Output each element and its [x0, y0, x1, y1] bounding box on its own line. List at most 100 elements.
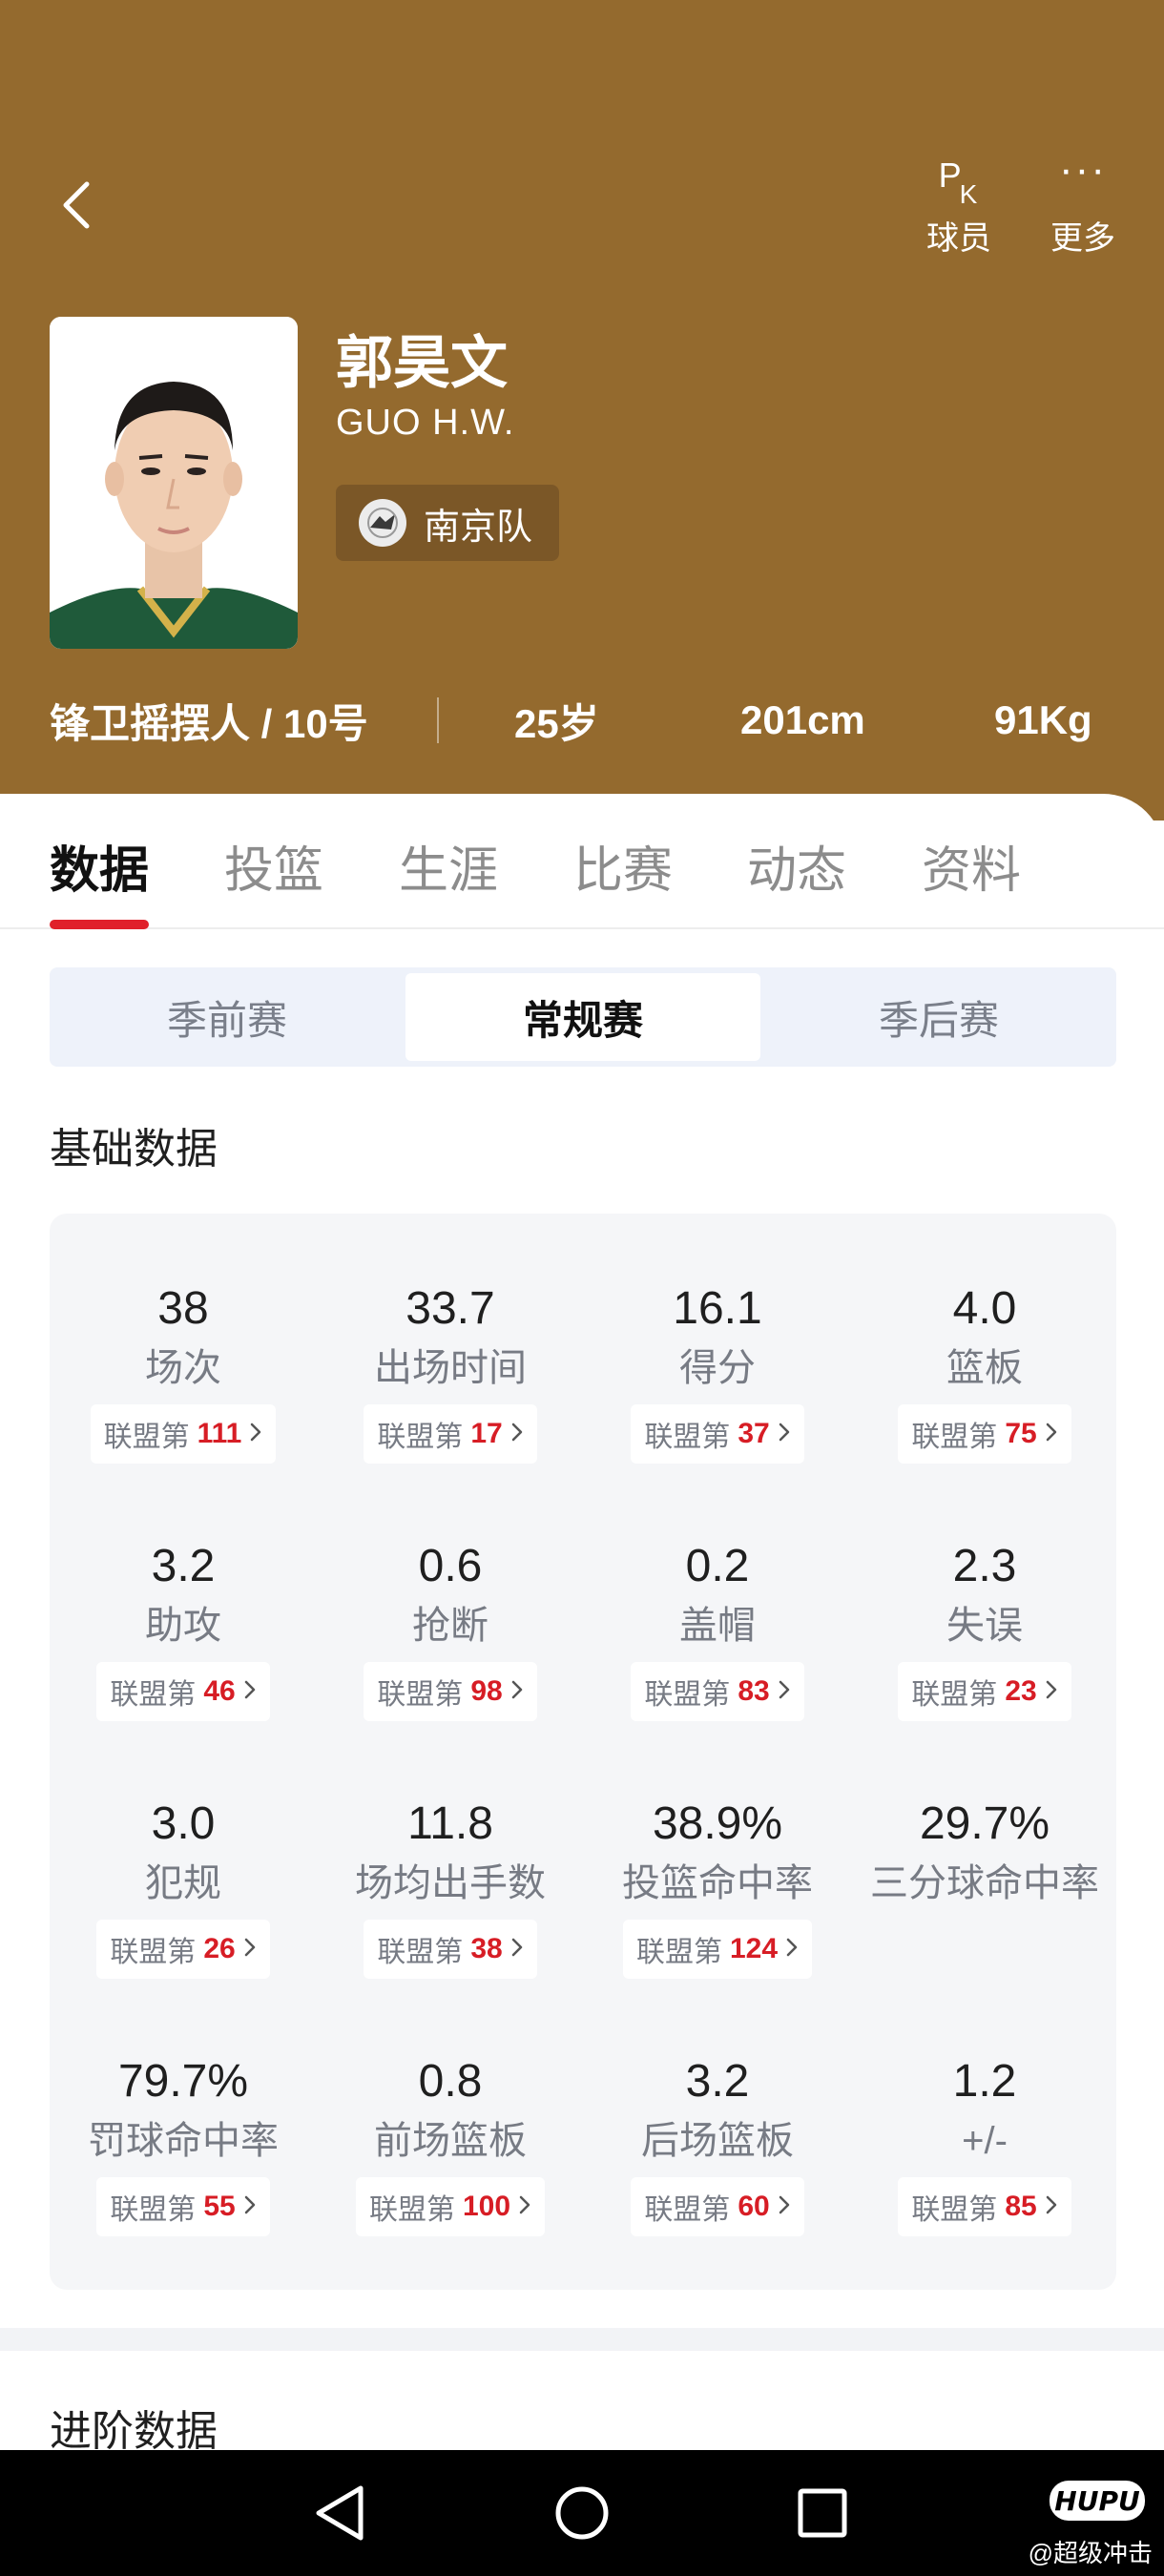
basic-stats-title: 基础数据: [50, 1126, 218, 1173]
header-actions: PK 球员 ··· 更多: [916, 149, 1126, 259]
player-header: PK 球员 ··· 更多 郭昊文 GUO H.W. 南京队 锋卫摇摆人 / 10…: [0, 0, 1164, 821]
team-chip[interactable]: 南京队: [336, 485, 560, 561]
rank-prefix: 联盟第: [644, 1679, 731, 1711]
league-rank-button[interactable]: 联盟第 55: [96, 2177, 270, 2236]
stat-cell: 38 场次 联盟第 111: [50, 1280, 317, 1464]
player-age: 25岁: [514, 700, 599, 746]
chevron-right-icon: [785, 1933, 799, 1965]
league-rank-button[interactable]: 联盟第 124: [622, 1920, 813, 1979]
tab-career[interactable]: 生涯: [399, 830, 498, 902]
stat-label: 三分球命中率: [870, 1862, 1099, 1904]
nav-back-button[interactable]: [303, 2477, 376, 2549]
stat-value: 2.3: [952, 1541, 1017, 1591]
pk-label: 球员: [926, 220, 991, 257]
chevron-right-icon: [510, 1933, 524, 1965]
pk-button[interactable]: PK 球员: [916, 153, 1002, 259]
player-height: 201cm: [740, 697, 865, 742]
chevron-right-icon: [243, 1675, 257, 1708]
stat-value: 3.0: [151, 1798, 216, 1849]
rank-prefix: 联盟第: [644, 2194, 731, 2226]
more-button[interactable]: ··· 更多: [1040, 149, 1126, 259]
league-rank-button[interactable]: 联盟第 85: [898, 2177, 1071, 2236]
rank-number: 37: [738, 1418, 770, 1449]
stat-value: 79.7%: [117, 2056, 249, 2107]
league-rank-button[interactable]: 联盟第 83: [631, 1662, 804, 1721]
season-type-selector: 季前赛 常规赛 季后赛: [50, 967, 1116, 1067]
stat-label: 前场篮板: [374, 2120, 527, 2162]
stat-cell: 11.8 场均出手数 联盟第 38: [317, 1796, 584, 1979]
stat-value: 4.0: [952, 1283, 1017, 1334]
tab-games[interactable]: 比赛: [573, 830, 673, 902]
stat-value: 1.2: [952, 2056, 1017, 2107]
league-rank-button[interactable]: 联盟第 60: [631, 2177, 804, 2236]
stat-value: 3.2: [685, 2056, 750, 2107]
triangle-back-icon: [316, 2485, 364, 2541]
league-rank-button[interactable]: 联盟第 98: [364, 1662, 537, 1721]
chevron-right-icon: [778, 1675, 791, 1708]
team-name: 南京队: [424, 507, 533, 548]
league-rank-button[interactable]: 联盟第 37: [631, 1404, 804, 1464]
rank-number: 85: [1005, 2191, 1037, 2222]
stat-cell: 0.6 抢断 联盟第 98: [317, 1538, 584, 1721]
rank-prefix: 联盟第: [911, 1422, 998, 1453]
chevron-right-icon: [518, 2191, 531, 2223]
chevron-right-icon: [510, 1418, 524, 1450]
league-rank-button[interactable]: 联盟第 26: [96, 1920, 270, 1979]
more-icon: ···: [1059, 146, 1107, 193]
stat-value: 16.1: [673, 1283, 762, 1334]
stat-cell: 3.2 后场篮板 联盟第 60: [584, 2053, 851, 2236]
rank-prefix: 联盟第: [110, 1937, 197, 1968]
rank-number: 111: [197, 1418, 242, 1449]
back-button[interactable]: [50, 172, 103, 239]
stat-cell: 3.0 犯规 联盟第 26: [50, 1796, 317, 1979]
rank-prefix: 联盟第: [103, 1422, 190, 1453]
profile-divider: [437, 697, 439, 743]
stat-value: 33.7: [405, 1283, 495, 1334]
more-label: 更多: [1050, 220, 1115, 257]
rank-prefix: 联盟第: [377, 1937, 464, 1968]
tab-news[interactable]: 动态: [747, 830, 846, 902]
content-card: 数据 投篮 生涯 比赛 动态 资料 季前赛 常规赛 季后赛 基础数据 38 场次联…: [0, 794, 1164, 2455]
rank-number: 38: [470, 1933, 503, 1964]
player-photo: [50, 317, 298, 649]
stat-label: 罚球命中率: [88, 2120, 279, 2162]
square-recents-icon: [798, 2488, 847, 2538]
rank-prefix: 联盟第: [644, 1422, 731, 1453]
segment-playoffs[interactable]: 季后赛: [761, 967, 1116, 1067]
stat-cell: 4.0 篮板联盟第 75: [851, 1280, 1118, 1464]
league-rank-button[interactable]: 联盟第 23: [898, 1662, 1071, 1721]
tab-data[interactable]: 数据: [50, 830, 149, 902]
chevron-right-icon: [243, 1933, 257, 1965]
nav-home-button[interactable]: [546, 2477, 618, 2549]
stat-cell: 33.7 出场时间 联盟第 17: [317, 1280, 584, 1464]
league-rank-button[interactable]: 联盟第 38: [364, 1920, 537, 1979]
rank-number: 17: [470, 1418, 503, 1449]
chevron-right-icon: [1045, 1675, 1058, 1708]
segment-preseason[interactable]: 季前赛: [50, 967, 405, 1067]
league-rank-button[interactable]: 联盟第 75: [898, 1404, 1071, 1464]
segment-regular-season[interactable]: 常规赛: [405, 973, 760, 1061]
stat-label: 篮板: [946, 1347, 1023, 1389]
rank-number: 60: [738, 2191, 770, 2222]
stat-value: 11.8: [407, 1798, 493, 1849]
hupu-logo: HUPU: [1050, 2481, 1145, 2521]
rank-number: 46: [203, 1675, 236, 1707]
player-weight: 91Kg: [994, 697, 1092, 742]
basic-stats-grid: 38 场次 联盟第 111 33.7 出场时间 联盟第 17 16.1 得分 联盟第 37 4.0 篮板联…: [50, 1214, 1116, 2290]
rank-number: 100: [462, 2191, 511, 2222]
stat-label: 盖帽: [679, 1605, 756, 1647]
league-rank-button[interactable]: 联盟第 111: [90, 1404, 277, 1464]
league-rank-button[interactable]: 联盟第 100: [355, 2177, 546, 2236]
advanced-stats-title: 进阶数据: [50, 2408, 218, 2455]
rank-prefix: 联盟第: [911, 2194, 998, 2226]
league-rank-button[interactable]: 联盟第 17: [364, 1404, 537, 1464]
stat-value: 38: [157, 1283, 209, 1334]
tab-shooting[interactable]: 投篮: [224, 830, 323, 902]
chevron-right-icon: [1045, 2191, 1058, 2223]
section-divider: [0, 2328, 1164, 2351]
tab-profile[interactable]: 资料: [922, 830, 1021, 902]
player-profile-row: 锋卫摇摆人 / 10号 25岁 201cm 91Kg: [50, 687, 1128, 754]
league-rank-button[interactable]: 联盟第 46: [96, 1662, 270, 1721]
tab-bar: 数据 投篮 生涯 比赛 动态 资料: [0, 794, 1164, 929]
nav-recents-button[interactable]: [786, 2477, 859, 2549]
